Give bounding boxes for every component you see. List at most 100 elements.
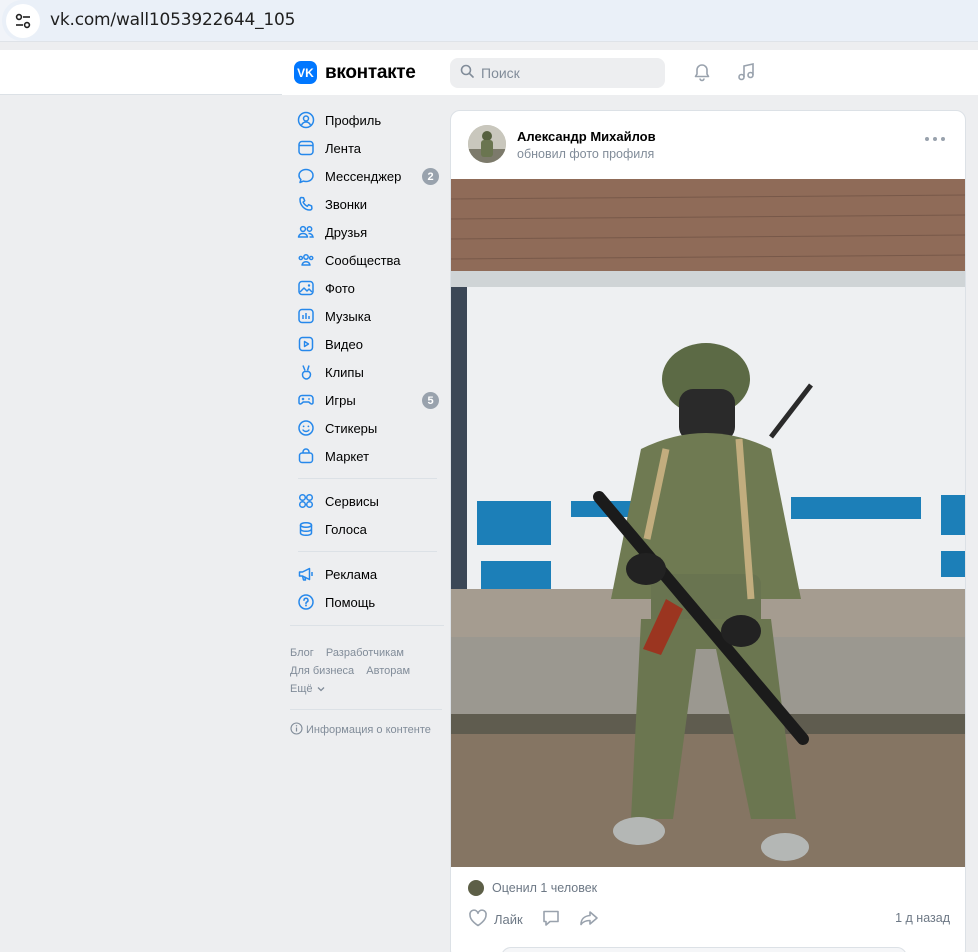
browser-address-bar: vk.com/wall1053922644_105 <box>0 0 978 42</box>
comment-button[interactable] <box>541 909 561 930</box>
likes-summary-text: Оценил 1 человек <box>492 881 598 895</box>
unread-badge: 2 <box>422 168 439 185</box>
nav-item-votes[interactable]: Голоса <box>290 515 445 543</box>
nav-label: Друзья <box>325 224 368 240</box>
header-divider <box>0 94 282 95</box>
footer-link-blog[interactable]: Блог <box>290 647 314 659</box>
nav-item-stickers[interactable]: Стикеры <box>290 414 445 442</box>
more-options-icon[interactable] <box>925 133 945 145</box>
search-input[interactable] <box>481 65 651 81</box>
nav-label: Профиль <box>325 112 382 128</box>
games-icon <box>296 390 316 410</box>
left-nav: Профиль Лента Мессенджер 2 Звонки Друзья… <box>290 106 445 616</box>
nav-label: Сообщества <box>325 252 401 268</box>
nav-divider <box>298 478 437 479</box>
nav-label: Видео <box>325 336 363 352</box>
vk-logo-text: вконтакте <box>325 61 416 83</box>
nav-label: Фото <box>325 280 355 296</box>
post-photo[interactable] <box>451 179 965 867</box>
phone-icon <box>296 194 316 214</box>
nav-item-feed[interactable]: Лента <box>290 134 445 162</box>
nav-divider <box>290 625 444 626</box>
nav-item-games[interactable]: Игры 5 <box>290 386 445 414</box>
comment-input[interactable] <box>501 947 907 952</box>
nav-item-market[interactable]: Маркет <box>290 442 445 470</box>
nav-item-friends[interactable]: Друзья <box>290 218 445 246</box>
nav-item-communities[interactable]: Сообщества <box>290 246 445 274</box>
url-field[interactable]: vk.com/wall1053922644_105 <box>2 0 978 41</box>
help-icon <box>296 592 316 612</box>
nav-item-profile[interactable]: Профиль <box>290 106 445 134</box>
nav-item-help[interactable]: Помощь <box>290 588 445 616</box>
vk-logo[interactable]: VK вконтакте <box>294 61 416 84</box>
footer-links: Блог Разработчикам Для бизнеса Авторам Е… <box>290 644 440 698</box>
video-icon <box>296 334 316 354</box>
newsfeed-icon <box>296 138 316 158</box>
like-button[interactable]: Лайк <box>468 908 523 930</box>
footer-divider <box>290 709 442 710</box>
nav-label: Музыка <box>325 308 371 324</box>
post-actions: Лайк 1 д назад <box>468 907 950 931</box>
footer-more[interactable]: Ещё <box>290 680 440 698</box>
clips-icon <box>296 362 316 382</box>
nav-label: Реклама <box>325 566 378 582</box>
nav-label: Лента <box>325 140 361 156</box>
share-button[interactable] <box>579 909 599 930</box>
nav-label: Помощь <box>325 594 376 610</box>
share-icon <box>579 909 599 930</box>
liker-avatar <box>468 880 484 896</box>
post-author-name[interactable]: Александр Михайлов <box>517 129 656 144</box>
post-header: Александр Михайлов обновил фото профиля <box>451 111 965 179</box>
nav-label: Звонки <box>325 196 367 212</box>
friends-icon <box>296 222 316 242</box>
bell-icon[interactable] <box>690 60 714 84</box>
nav-item-services[interactable]: Сервисы <box>290 487 445 515</box>
post-action-text: обновил фото профиля <box>517 147 655 161</box>
search-icon <box>460 64 474 83</box>
tune-icon[interactable] <box>6 4 40 38</box>
nav-label: Голоса <box>325 521 367 537</box>
bag-icon <box>296 446 316 466</box>
message-icon <box>296 166 316 186</box>
nav-item-video[interactable]: Видео <box>290 330 445 358</box>
nav-item-photos[interactable]: Фото <box>290 274 445 302</box>
search-box[interactable] <box>450 58 665 88</box>
nav-label: Маркет <box>325 448 370 464</box>
photo-icon <box>296 278 316 298</box>
nav-item-music[interactable]: Музыка <box>290 302 445 330</box>
info-icon <box>290 722 303 738</box>
games-badge: 5 <box>422 392 439 409</box>
author-avatar[interactable] <box>468 125 506 163</box>
heart-icon <box>468 908 488 930</box>
smile-icon <box>296 418 316 438</box>
nav-item-calls[interactable]: Звонки <box>290 190 445 218</box>
content-info-link[interactable]: Информация о контенте <box>290 722 431 738</box>
footer-link-business[interactable]: Для бизнеса <box>290 665 354 677</box>
nav-label: Клипы <box>325 364 364 380</box>
like-label: Лайк <box>494 911 523 927</box>
post-timestamp[interactable]: 1 д назад <box>895 911 950 925</box>
post-card: Александр Михайлов обновил фото профиля <box>450 110 966 952</box>
music-icon[interactable] <box>734 60 758 84</box>
footer-link-authors[interactable]: Авторам <box>366 665 410 677</box>
nav-label: Стикеры <box>325 420 378 436</box>
nav-label: Сервисы <box>325 493 379 509</box>
vk-logo-mark: VK <box>294 61 317 84</box>
nav-item-clips[interactable]: Клипы <box>290 358 445 386</box>
url-text[interactable]: vk.com/wall1053922644_105 <box>50 10 295 30</box>
nav-item-ads[interactable]: Реклама <box>290 560 445 588</box>
nav-label: Игры <box>325 392 356 408</box>
nav-label: Мессенджер <box>325 168 402 184</box>
footer-more-label[interactable]: Ещё <box>290 683 313 695</box>
coins-icon <box>296 519 316 539</box>
user-circle-icon <box>296 110 316 130</box>
footer-link-developers[interactable]: Разработчикам <box>326 647 404 659</box>
services-icon <box>296 491 316 511</box>
content-info-label: Информация о контенте <box>306 724 431 736</box>
likes-summary[interactable]: Оценил 1 человек <box>468 880 597 896</box>
chevron-down-icon <box>317 683 325 695</box>
music-icon <box>296 306 316 326</box>
nav-divider <box>298 551 437 552</box>
vk-header: VK вконтакте <box>0 50 978 95</box>
nav-item-messenger[interactable]: Мессенджер 2 <box>290 162 445 190</box>
